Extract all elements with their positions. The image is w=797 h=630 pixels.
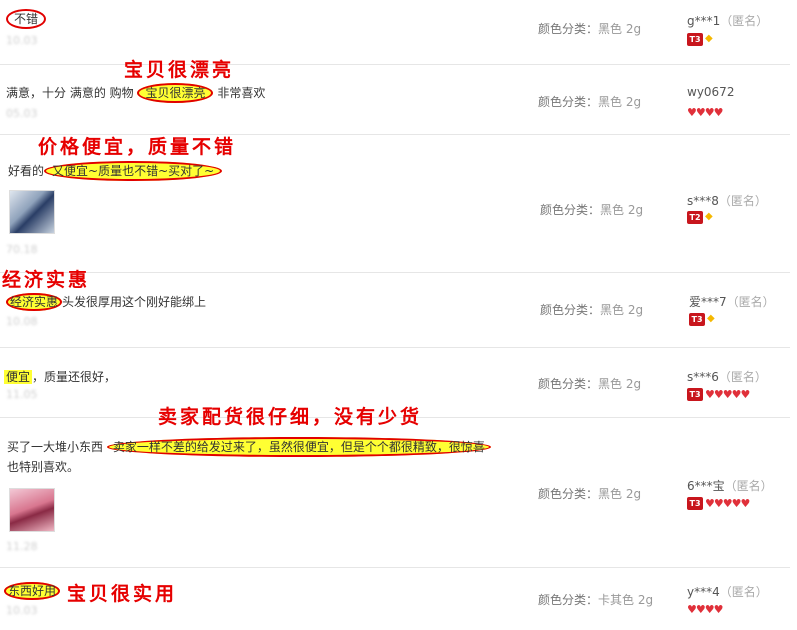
reviewer-name[interactable]: 爱***7（匿名） xyxy=(689,293,775,310)
reviewer-badges: T3 ◆ xyxy=(689,312,718,326)
annotation-label: 宝贝很实用 xyxy=(67,583,178,605)
annotation-label: 经济实惠 xyxy=(2,269,91,291)
review-photo-thumbnail[interactable] xyxy=(9,190,55,234)
review-list: 不错 10.03 颜色分类：黑色 2g g***1（匿名） T3 ◆ 宝贝很漂亮… xyxy=(0,0,797,630)
review-photo-thumbnail[interactable] xyxy=(9,488,55,532)
review-date-blurred: 10.08 xyxy=(6,315,38,328)
review-text: 买了一大堆小东西 卖家一样不差的给发过来了，虽然很便宜，但是个个都很精致，很惊喜 xyxy=(7,437,491,457)
sku-info: 颜色分类：卡其色 2g xyxy=(538,593,654,607)
sku-info: 颜色分类：黑色 2g xyxy=(538,22,642,36)
diamond-icon: ◆ xyxy=(705,33,713,44)
reviewer-name[interactable]: wy0672 xyxy=(687,85,734,99)
reviewer-badges: T3 ♥♥♥♥♥ xyxy=(687,387,750,401)
reviewer-name[interactable]: 6***宝（匿名） xyxy=(687,477,773,494)
diamond-icon: ◆ xyxy=(707,313,715,324)
diamond-icon: ◆ xyxy=(705,211,713,222)
reviewer-badges: ♥♥♥♥ xyxy=(687,105,723,119)
review-date-blurred: 11.05 xyxy=(6,388,38,401)
reviewer-badges: ♥♥♥♥ xyxy=(687,602,723,616)
heart-icon: ♥♥♥♥ xyxy=(687,602,723,616)
review-row: 价格便宜，质量不错 好看的 又便宜~质量也不错~买对了~ 70.18 颜色分类：黑… xyxy=(0,135,790,273)
review-row: 东西好用 宝贝很实用 10.03 颜色分类：卡其色 2g y***4（匿名） ♥… xyxy=(0,568,790,630)
review-date-blurred: 70.18 xyxy=(6,243,38,256)
heart-icon: ♥♥♥♥♥ xyxy=(705,387,750,401)
reviewer-badges: T3 ◆ xyxy=(687,32,716,46)
review-text: 经济实惠 头发很厚用这个刚好能绑上 xyxy=(6,293,206,311)
level-badge-icon: T3 xyxy=(689,312,705,326)
sku-info: 颜色分类：黑色 2g xyxy=(540,303,644,317)
review-text: 满意，十分 满意的 购物 宝贝很漂亮 非常喜欢 xyxy=(6,83,265,103)
review-text: 东西好用 xyxy=(4,582,61,600)
heart-icon: ♥♥♥♥♥ xyxy=(705,496,750,510)
review-text: 好看的 又便宜~质量也不错~买对了~ xyxy=(8,161,223,181)
annotation-label: 价格便宜，质量不错 xyxy=(38,136,237,158)
review-row: 不错 10.03 颜色分类：黑色 2g g***1（匿名） T3 ◆ xyxy=(0,0,790,65)
sku-info: 颜色分类：黑色 2g xyxy=(538,487,642,501)
level-badge-icon: T3 xyxy=(687,496,703,510)
sku-info: 颜色分类：黑色 2g xyxy=(538,95,642,109)
reviewer-badges: T2 ◆ xyxy=(687,210,716,224)
sku-info: 颜色分类：黑色 2g xyxy=(538,377,642,391)
review-date-blurred: 05.03 xyxy=(6,107,38,120)
review-text-circled: 不错 xyxy=(6,9,47,29)
reviewer-name[interactable]: y***4（匿名） xyxy=(687,583,768,600)
reviewer-badges: T3 ♥♥♥♥♥ xyxy=(687,496,750,510)
review-row: 经济实惠 经济实惠 头发很厚用这个刚好能绑上 10.08 颜色分类：黑色 2g 爱… xyxy=(0,269,790,348)
reviewer-name[interactable]: s***8（匿名） xyxy=(687,192,767,209)
review-date-blurred: 10.03 xyxy=(6,604,38,617)
review-date-blurred: 11.28 xyxy=(6,540,38,553)
level-badge-icon: T2 xyxy=(687,210,703,224)
sku-info: 颜色分类：黑色 2g xyxy=(540,203,644,217)
heart-icon: ♥♥♥♥ xyxy=(687,105,723,119)
reviewer-name[interactable]: g***1（匿名） xyxy=(687,12,768,29)
review-row: 卖家配货很仔细，没有少货 买了一大堆小东西 卖家一样不差的给发过来了，虽然很便宜… xyxy=(0,406,790,568)
reviewer-name[interactable]: s***6（匿名） xyxy=(687,368,767,385)
annotation-label: 卖家配货很仔细，没有少货 xyxy=(158,406,423,428)
review-row: 宝贝很漂亮 满意，十分 满意的 购物 宝贝很漂亮 非常喜欢 05.03 颜色分类… xyxy=(0,59,790,135)
review-text: 便宜 ，质量还很好， xyxy=(4,370,117,384)
review-date-blurred: 10.03 xyxy=(6,34,38,47)
review-text-line2: 也特别喜欢。 xyxy=(7,460,80,474)
annotation-label: 宝贝很漂亮 xyxy=(124,59,235,81)
level-badge-icon: T3 xyxy=(687,387,703,401)
level-badge-icon: T3 xyxy=(687,32,703,46)
